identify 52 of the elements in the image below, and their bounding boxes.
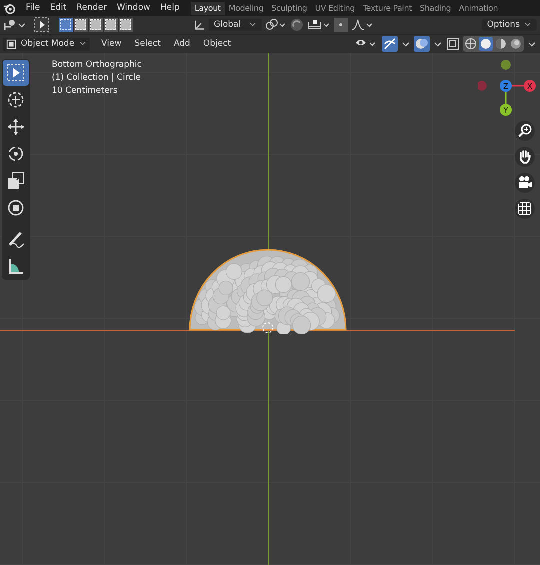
caret-icon (249, 21, 258, 29)
menu-item[interactable]: Add (168, 39, 196, 49)
material-shading-button[interactable] (494, 37, 508, 51)
workspace-tab[interactable]: Shading (416, 2, 456, 14)
select-mode-icon[interactable] (74, 18, 88, 32)
editor-type-icon[interactable] (3, 18, 27, 32)
workspace-tab[interactable]: Texture Paint (358, 2, 416, 14)
menu-item[interactable]: Render (72, 3, 112, 13)
axis-orientation-icon[interactable] (193, 18, 206, 32)
select-mode-icon[interactable] (104, 18, 118, 32)
menu-item[interactable]: Edit (45, 3, 72, 13)
orientation-dropdown[interactable]: Global (209, 19, 262, 31)
falloff-curve-icon[interactable] (351, 18, 376, 32)
snap-increment-icon[interactable] (307, 18, 332, 32)
viewport-info-text: (1) Collection | Circle (52, 73, 142, 83)
viewport-info-text: 10 Centimeters (52, 86, 119, 96)
menu-item[interactable]: Select (130, 39, 166, 49)
menu-item[interactable]: View (96, 39, 127, 49)
rendered-shading-button[interactable] (509, 37, 523, 51)
select-box-icon[interactable] (3, 60, 29, 86)
caret-icon (524, 21, 532, 29)
hand-icon[interactable] (515, 147, 535, 167)
workspace-tab[interactable]: Modeling (224, 2, 268, 14)
menu-item[interactable]: Object (198, 39, 236, 49)
gizmo-toggle-icon[interactable] (382, 36, 398, 52)
grid-icon[interactable] (515, 199, 535, 219)
pivot-icon[interactable] (265, 18, 288, 32)
solid-shading-button[interactable] (479, 37, 493, 51)
proportional-edit-icon[interactable] (334, 18, 348, 32)
xray-icon[interactable] (446, 37, 460, 51)
workspace-tab[interactable]: Sculpting (268, 2, 312, 14)
mode-dropdown[interactable]: Object Mode (3, 38, 90, 50)
workspace-tab[interactable]: UV Editing (311, 2, 359, 14)
options-dropdown[interactable]: Options (482, 19, 537, 31)
select-mode-icon[interactable] (119, 18, 133, 32)
select-mode-icon[interactable] (89, 18, 103, 32)
caret-icon (78, 40, 87, 48)
object-mode-icon (6, 38, 17, 50)
overlays-icon[interactable] (414, 36, 430, 52)
select-tool-icon[interactable] (34, 17, 50, 33)
camera-icon[interactable] (515, 173, 535, 193)
workspace-tab[interactable]: Animation (455, 2, 502, 14)
menu-item[interactable]: Help (155, 3, 185, 13)
wireframe-shading-button[interactable] (464, 37, 478, 51)
select-mode-icon[interactable] (59, 18, 73, 32)
menu-item[interactable]: Window (112, 3, 156, 13)
menu-item[interactable]: File (21, 3, 46, 13)
zoom-icon[interactable] (515, 121, 535, 141)
snap-magnet-icon[interactable] (290, 18, 304, 32)
workspace-tab[interactable]: Layout (190, 2, 225, 14)
viewport-info-text: Bottom Orthographic (52, 60, 142, 70)
blender-logo-icon[interactable] (3, 2, 16, 14)
